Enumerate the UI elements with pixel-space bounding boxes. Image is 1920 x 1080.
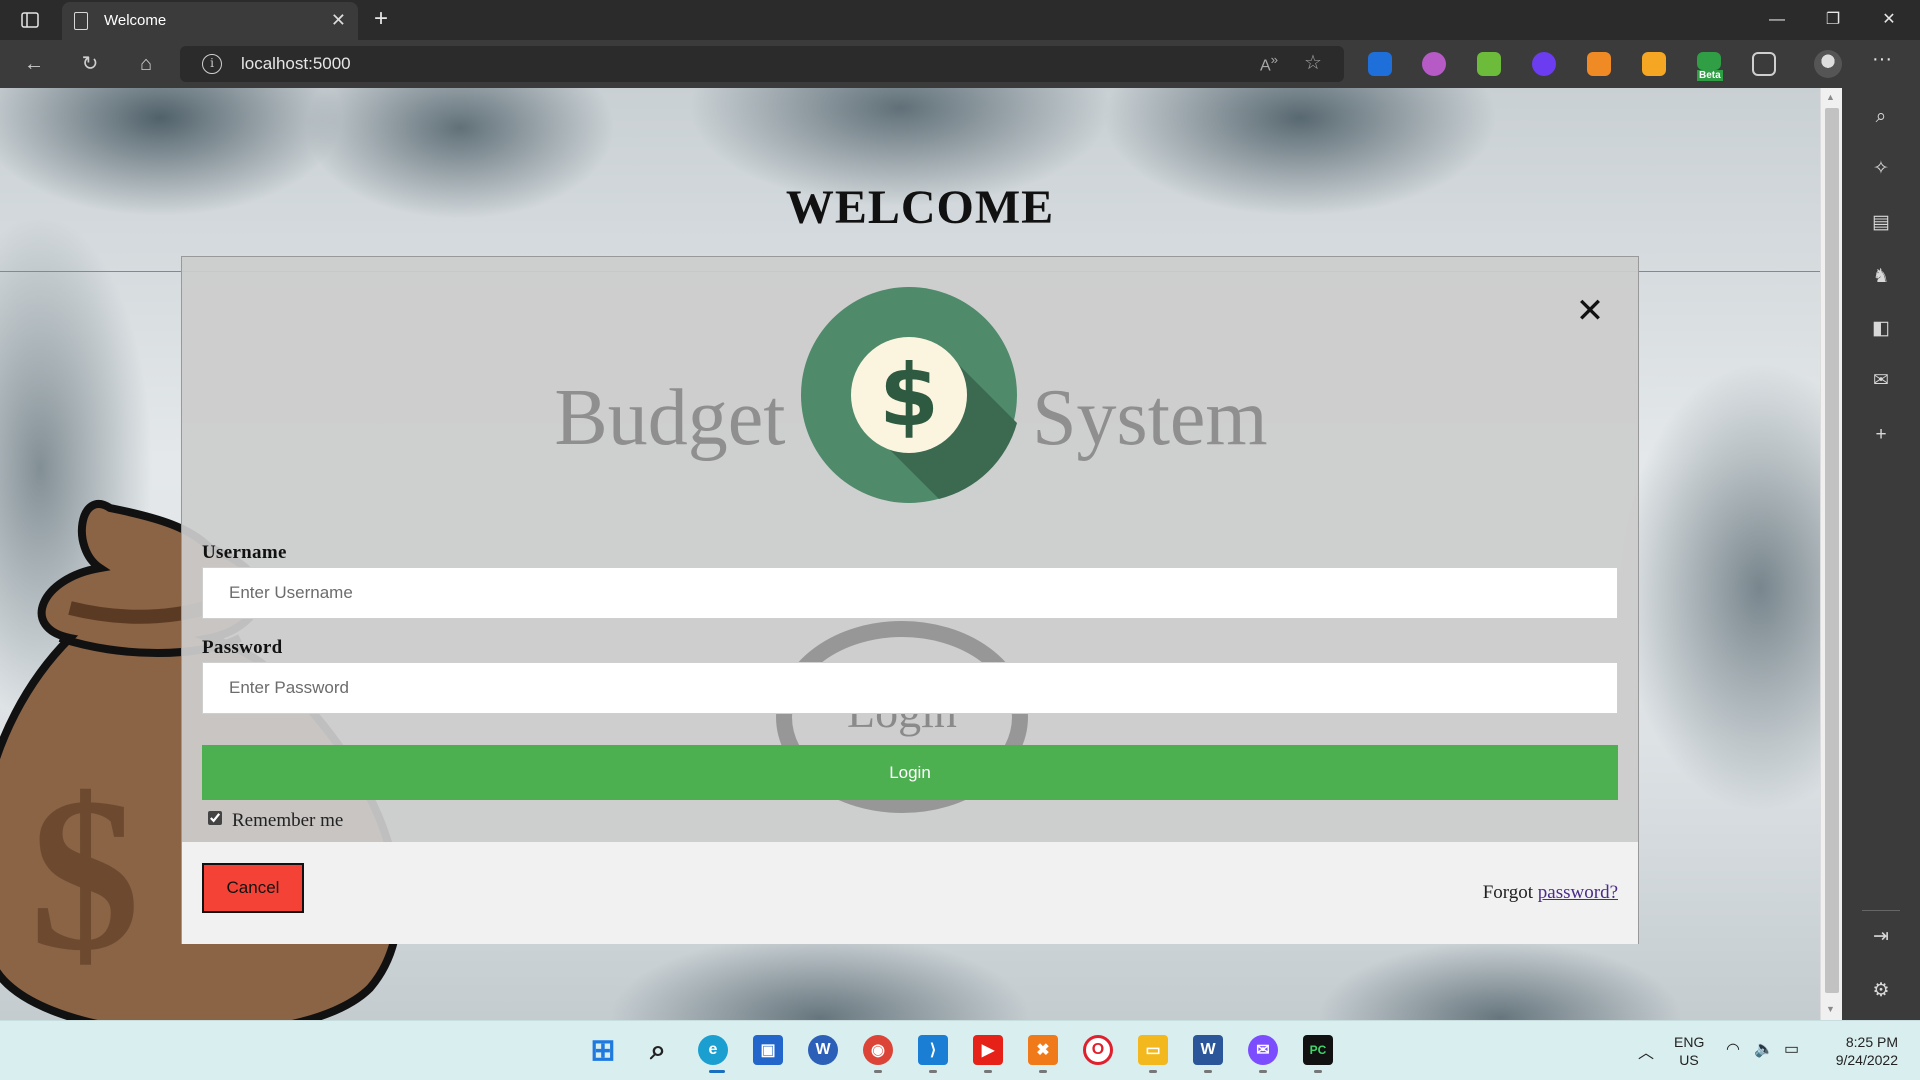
word-mobile-icon[interactable]: W <box>808 1035 838 1065</box>
clock-date: 9/24/2022 <box>1835 1052 1898 1068</box>
page-scrollbar[interactable]: ▲ ▼ <box>1820 88 1842 1020</box>
forgot-password-text: Forgot password? <box>1483 882 1618 904</box>
show-hidden-icons-chevron-icon[interactable]: ︿ <box>1638 1039 1654 1063</box>
start-icon[interactable]: ⊞ <box>588 1034 618 1067</box>
refresh-icon[interactable]: ↻ <box>74 50 106 78</box>
password-label: Password <box>202 637 283 658</box>
file-explorer-icon[interactable]: ▭ <box>1138 1035 1168 1065</box>
running-indicator <box>984 1070 992 1073</box>
page-heading: WELCOME <box>785 181 1055 234</box>
sidebar-hide-icon[interactable]: ⇥ <box>1868 924 1894 950</box>
sidebar-search-icon[interactable]: ⌕ <box>1868 104 1894 130</box>
sidebar-outlook-icon[interactable]: ✉ <box>1868 368 1894 394</box>
lang-bottom: US <box>1679 1052 1699 1068</box>
edge-icon[interactable]: e <box>698 1035 728 1065</box>
remember-me-checkbox[interactable] <box>208 811 222 825</box>
metamask-fox-icon[interactable] <box>1587 52 1611 76</box>
add-favorite-icon[interactable]: ☆ <box>1304 50 1322 75</box>
bitwarden-icon[interactable] <box>1368 52 1392 76</box>
running-indicator <box>1259 1070 1267 1073</box>
url-field[interactable]: i localhost:5000 A» ☆ <box>180 46 1344 82</box>
remember-me-label: Remember me <box>232 810 344 831</box>
edge-sidebar: ⌕ ✧ ▤ ♞ ◧ ✉ + ⇥ ⚙ <box>1842 88 1920 1020</box>
store-icon[interactable]: ▣ <box>753 1035 783 1065</box>
xampp-icon[interactable]: ✖ <box>1028 1035 1058 1065</box>
battery-icon[interactable]: ▭ <box>1784 1039 1799 1059</box>
sidebar-settings-icon[interactable]: ⚙ <box>1868 978 1894 1004</box>
login-modal: Budget r System Login $ ✕ Username Passw… <box>181 256 1639 944</box>
url-text[interactable]: localhost:5000 <box>241 54 351 74</box>
extension-orange-icon[interactable] <box>1642 52 1666 76</box>
tab-title: Welcome <box>104 12 167 29</box>
dollar-logo-icon: $ <box>801 287 1017 503</box>
more-menu-icon[interactable]: ··· <box>1872 48 1892 71</box>
username-input[interactable] <box>202 567 1618 619</box>
new-tab-button[interactable]: + <box>366 4 396 34</box>
running-indicator <box>1149 1070 1157 1073</box>
username-label: Username <box>202 542 287 563</box>
forgot-prefix: Forgot <box>1482 882 1538 903</box>
chrome-icon[interactable]: ◉ <box>863 1035 893 1065</box>
cancel-button[interactable]: Cancel <box>202 863 304 913</box>
forgot-password-link[interactable]: password? <box>1538 882 1618 903</box>
password-input[interactable] <box>202 662 1618 714</box>
wifi-icon[interactable]: ◠ <box>1726 1039 1740 1059</box>
volume-icon[interactable]: 🔈 <box>1754 1039 1774 1059</box>
scrollbar-thumb[interactable] <box>1825 108 1839 993</box>
pycharm-icon[interactable]: PC <box>1303 1035 1333 1065</box>
running-indicator <box>874 1070 882 1073</box>
sidebar-divider <box>1862 910 1900 911</box>
messenger-icon[interactable]: ✉ <box>1248 1035 1278 1065</box>
scroll-down-arrow-icon[interactable]: ▼ <box>1826 1004 1835 1014</box>
svg-text:$: $ <box>30 752 140 996</box>
lang-top: ENG <box>1674 1034 1705 1050</box>
extension-purple-icon[interactable] <box>1422 52 1446 76</box>
beta-badge: Beta <box>1697 70 1723 81</box>
logo-dollar-symbol: $ <box>879 346 939 446</box>
search-icon[interactable]: ⌕ <box>643 1034 673 1065</box>
sidebar-add-icon[interactable]: + <box>1868 422 1894 448</box>
youtube-icon[interactable]: ▶ <box>973 1035 1003 1065</box>
extension-ghost-icon[interactable] <box>1532 52 1556 76</box>
close-icon[interactable]: ✕ <box>1572 293 1608 329</box>
page-viewport: WELCOME $ Budget r System Login $ ✕ User… <box>0 88 1820 1020</box>
clock[interactable]: 8:25 PM 9/24/2022 <box>1820 1033 1898 1069</box>
running-indicator <box>929 1070 937 1073</box>
address-bar-row: ← ↻ ⌂ i localhost:5000 A» ☆ Beta ··· <box>0 40 1920 88</box>
word-icon[interactable]: W <box>1193 1035 1223 1065</box>
sidebar-games-icon[interactable]: ♞ <box>1868 264 1894 290</box>
extensions-puzzle-icon[interactable] <box>1752 52 1776 76</box>
windows-taskbar: ⊞ ⌕ e ▣ W ◉ ⟩ ▶ ✖ O ▭ W ✉ PC ︿ ENG US ◠ … <box>0 1020 1920 1080</box>
back-arrow-icon[interactable]: ← <box>18 50 50 78</box>
login-button[interactable]: Login <box>202 745 1618 800</box>
restore-button[interactable]: ❐ <box>1810 4 1856 36</box>
home-icon[interactable]: ⌂ <box>130 50 162 78</box>
running-indicator <box>1039 1070 1047 1073</box>
running-indicator <box>1204 1070 1212 1073</box>
scroll-up-arrow-icon[interactable]: ▲ <box>1826 92 1835 102</box>
read-aloud-icon[interactable]: A» <box>1260 52 1278 75</box>
extension-beta-icon[interactable] <box>1697 52 1721 70</box>
tab-welcome[interactable]: Welcome ✕ <box>62 2 358 40</box>
clock-time: 8:25 PM <box>1845 1034 1898 1050</box>
tab-close-icon[interactable]: ✕ <box>331 10 346 31</box>
close-window-button[interactable]: ✕ <box>1866 4 1912 36</box>
opera-icon[interactable]: O <box>1083 1035 1113 1065</box>
running-indicator <box>1314 1070 1322 1073</box>
site-info-icon[interactable]: i <box>202 54 222 74</box>
sidebar-office-icon[interactable]: ◧ <box>1868 316 1894 342</box>
minimize-button[interactable]: — <box>1754 4 1800 36</box>
extension-green-icon[interactable] <box>1477 52 1501 76</box>
active-app-indicator <box>709 1070 725 1073</box>
vscode-icon[interactable]: ⟩ <box>918 1035 948 1065</box>
sidebar-tools-icon[interactable]: ▤ <box>1868 210 1894 236</box>
browser-tab-bar: Welcome ✕ + — ❐ ✕ <box>0 0 1920 40</box>
page-icon <box>74 12 88 30</box>
tab-actions-icon[interactable] <box>14 8 46 32</box>
sidebar-discover-icon[interactable]: ✧ <box>1868 156 1894 182</box>
modal-footer: Cancel Forgot password? <box>182 842 1638 944</box>
profile-avatar[interactable] <box>1814 50 1842 78</box>
input-language-indicator[interactable]: ENG US <box>1674 1033 1704 1069</box>
